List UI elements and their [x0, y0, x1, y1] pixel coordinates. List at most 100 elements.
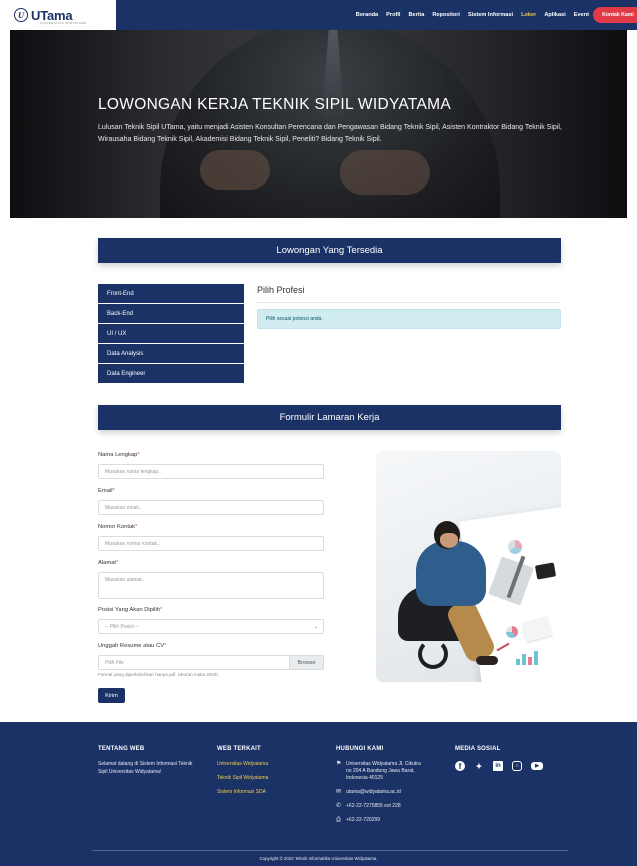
profession-item-data-engineer[interactable]: Data Engineer [98, 364, 244, 384]
illustration-bar [516, 659, 520, 665]
name-label: Nama Lengkap* [98, 452, 140, 458]
cv-file-input[interactable]: Pilih File Browse [98, 655, 324, 670]
illustration-bar-chart [516, 649, 544, 665]
hero-banner: LOWONGAN KERJA TEKNIK SIPIL WIDYATAMA Lu… [10, 0, 627, 218]
footer-phone: ✆ +62-22-7275855 ext 228 [336, 803, 422, 810]
illustration-chair-base [418, 639, 448, 669]
footer-divider [92, 850, 568, 851]
top-navbar: U UTama UNIVERSITAS WIDYATAMA Beranda Pr… [0, 0, 637, 30]
footer-social: MEDIA SOSIAL f ✦ in ○ ▶ [455, 746, 555, 771]
phone-input[interactable]: Masukan nomor kontak.. [98, 536, 324, 551]
contact-us-button[interactable]: Kontak Kami [593, 7, 637, 23]
profession-info-alert: Pilih sesuai potensi anda. [257, 309, 561, 329]
profession-panel-title: Pilih Profesi [257, 285, 305, 295]
email-label-text: Email [98, 488, 113, 494]
required-mark: * [135, 524, 138, 530]
submit-button[interactable]: Kirim [98, 688, 125, 703]
name-input[interactable]: Masukan nama lengkap.. [98, 464, 324, 479]
address-label: Alamat* [98, 560, 118, 566]
cv-help-text: Format yang diperbolehkan hanya pdf. Uku… [98, 672, 220, 677]
required-mark: * [164, 643, 167, 649]
footer-copyright: Copyright © 2022 Teknik Informatika Univ… [259, 856, 378, 861]
hero-hand-right-shape [340, 150, 430, 195]
phone-label: Nomor Kontak* [98, 524, 137, 530]
footer-link-sistem-informasi[interactable]: Sistem Informasi SDA [217, 789, 307, 795]
profession-item-ui-ux[interactable]: UI / UX [98, 324, 244, 344]
youtube-icon[interactable]: ▶ [531, 762, 543, 770]
footer-phone-text: +62-22-7275855 ext 228 [346, 803, 401, 809]
illustration-pie-chart-small [506, 626, 518, 638]
footer: TENTANG WEB Selamat datang di Sistem Inf… [0, 722, 637, 866]
profession-item-front-end[interactable]: Front-End [98, 284, 244, 304]
twitter-icon[interactable]: ✦ [474, 761, 484, 771]
name-label-text: Nama Lengkap [98, 452, 138, 458]
position-label: Posisi Yang Akan Dipilih* [98, 607, 162, 613]
position-select[interactable]: -- Pilih Posisi -- ⌄ [98, 619, 324, 634]
illustration-pie-chart [508, 540, 522, 554]
office-illustration-image [376, 451, 561, 682]
nav-link-loker[interactable]: Loker [521, 12, 536, 18]
utama-logo-icon: U [14, 8, 28, 22]
nav-link-beranda[interactable]: Beranda [356, 12, 378, 18]
illustration-person [416, 541, 486, 606]
profession-panel-divider [257, 302, 561, 303]
nav-link-berita[interactable]: Berita [408, 12, 424, 18]
linkedin-icon[interactable]: in [493, 761, 503, 771]
instagram-icon[interactable]: ○ [512, 761, 522, 771]
cv-label-text: Unggah Resume atau CV [98, 643, 165, 649]
position-select-value: -- Pilih Posisi -- [105, 623, 139, 630]
form-header: Formulir Lamaran Kerja [98, 405, 561, 430]
phone-label-text: Nomor Kontak [98, 524, 136, 530]
nav-link-event[interactable]: Event [574, 12, 589, 18]
position-label-text: Posisi Yang Akan Dipilih [98, 607, 160, 613]
browse-button[interactable]: Browse [289, 656, 323, 669]
logo[interactable]: U UTama UNIVERSITAS WIDYATAMA [0, 0, 116, 30]
nav-link-profil[interactable]: Profil [386, 12, 400, 18]
cv-label: Unggah Resume atau CV* [98, 643, 166, 649]
required-mark: * [112, 488, 115, 494]
footer-about: TENTANG WEB Selamat datang di Sistem Inf… [98, 746, 198, 776]
chevron-down-icon: ⌄ [313, 623, 318, 630]
footer-fax: ⎙ +62-22-720299 [336, 817, 422, 824]
fax-icon: ⎙ [336, 817, 341, 823]
footer-link-universitas[interactable]: Universitas Widyatama [217, 761, 307, 767]
footer-related-title: WEB TERKAIT [217, 746, 261, 752]
social-icons: f ✦ in ○ ▶ [455, 761, 555, 771]
envelope-icon: ✉ [336, 789, 342, 795]
illustration-bar [534, 651, 538, 665]
footer-social-title: MEDIA SOSIAL [455, 746, 501, 752]
nav-link-aplikasi[interactable]: Aplikasi [544, 12, 565, 18]
footer-link-teknik-sipil[interactable]: Teknik Sipil Widyatama [217, 775, 307, 781]
required-mark: * [159, 607, 163, 613]
hero-title: LOWONGAN KERJA TEKNIK SIPIL WIDYATAMA [98, 96, 452, 113]
logo-subtitle: UNIVERSITAS WIDYATAMA [40, 21, 87, 25]
nav-links: Beranda Profil Berita Repositori Sistem … [356, 0, 589, 30]
footer-email[interactable]: ✉ utama@widyatama.ac.id [336, 789, 422, 796]
illustration-face [440, 533, 458, 548]
nav-link-sistem-informasi[interactable]: Sistem Informasi [468, 12, 513, 18]
required-mark: * [116, 560, 119, 566]
footer-contact: HUBUNGI KAMI ⚑ Universitas Widyatama Jl. … [336, 746, 422, 831]
profession-item-data-analysis[interactable]: Data Analysis [98, 344, 244, 364]
footer-about-text: Selamat datang di Sistem Informasi Tekni… [98, 761, 193, 775]
address-textarea[interactable]: Masukan alamat.. [98, 572, 324, 599]
profession-item-back-end[interactable]: Back-End [98, 304, 244, 324]
cv-file-placeholder: Pilih File [105, 659, 124, 666]
facebook-icon[interactable]: f [455, 761, 465, 771]
address-label-text: Alamat [98, 560, 117, 566]
hero-hand-left-shape [200, 150, 270, 190]
lowongan-header: Lowongan Yang Tersedia [98, 238, 561, 263]
nav-link-repositori[interactable]: Repositori [432, 12, 460, 18]
hero-description: Lulusan Teknik Sipil UTama, yaitu menjad… [98, 124, 562, 143]
footer-fax-text: +62-22-720299 [346, 817, 381, 823]
footer-address: ⚑ Universitas Widyatama Jl. Cikutra no 20… [336, 761, 422, 782]
profession-list: Front-End Back-End UI / UX Data Analysis… [98, 284, 244, 384]
footer-related: WEB TERKAIT Universitas Widyatama Teknik… [217, 746, 307, 803]
email-input[interactable]: Masukan email.. [98, 500, 324, 515]
illustration-bar [522, 654, 526, 665]
footer-about-title: TENTANG WEB [98, 746, 145, 752]
illustration-bar [528, 657, 532, 665]
email-label: Email* [98, 488, 115, 494]
required-mark: * [137, 452, 140, 458]
illustration-shoe [476, 656, 498, 665]
